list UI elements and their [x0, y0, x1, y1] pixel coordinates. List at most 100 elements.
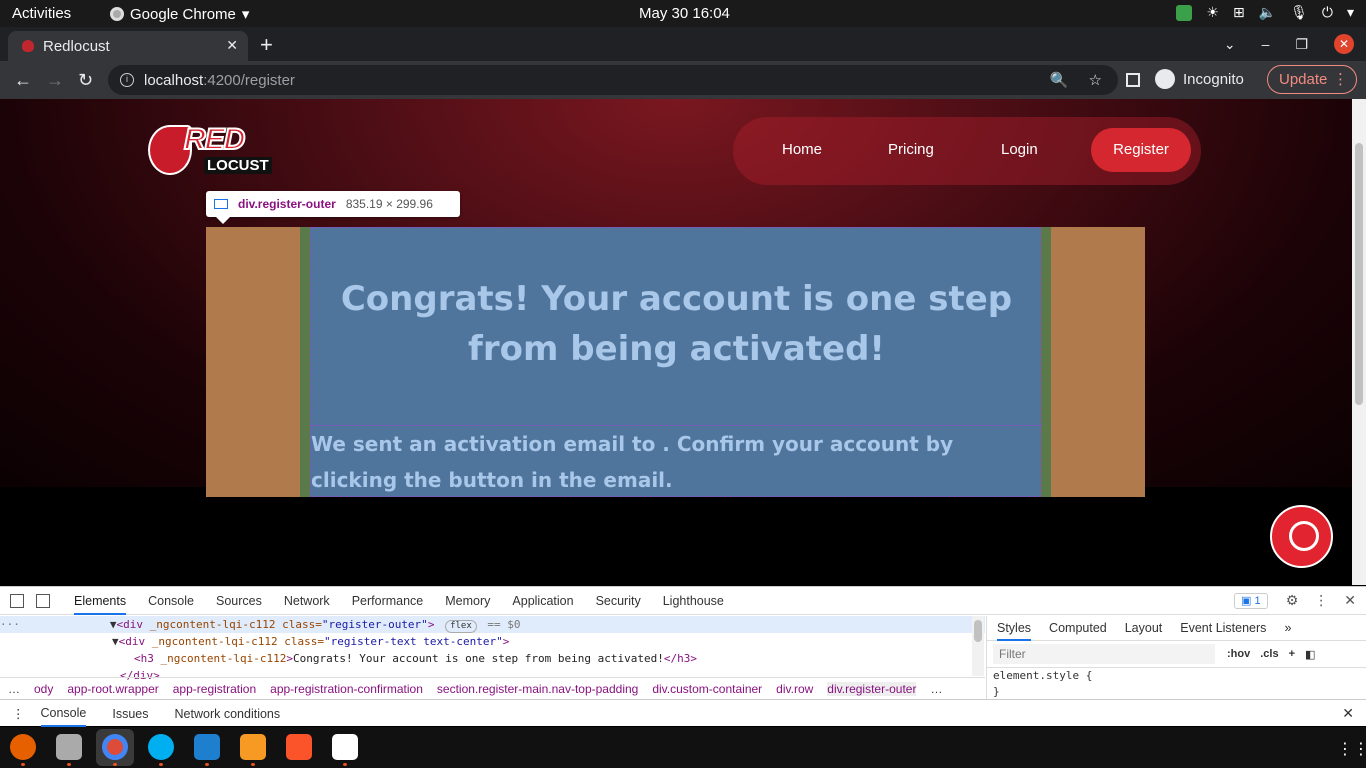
more-tabs-icon[interactable]: »: [1284, 621, 1291, 635]
tab-elements[interactable]: Elements: [74, 594, 127, 615]
dom-attr-value: "register-outer": [321, 618, 428, 631]
tab-security[interactable]: Security: [596, 594, 641, 608]
drawer-tab-network-conditions[interactable]: Network conditions: [175, 707, 281, 721]
kebab-menu-icon[interactable]: ⋮: [1314, 592, 1328, 609]
tab-lighthouse[interactable]: Lighthouse: [663, 594, 724, 608]
breadcrumb-item[interactable]: section.register-main.nav-top-padding: [437, 682, 638, 696]
cls-toggle[interactable]: .cls: [1260, 648, 1278, 661]
toggle-sidebar-icon[interactable]: ◧: [1305, 648, 1315, 661]
app-menu[interactable]: Google Chrome ▾: [110, 5, 249, 23]
device-toggle-icon[interactable]: [36, 593, 50, 608]
site-info-icon[interactable]: i: [120, 73, 134, 87]
dom-node[interactable]: <h3 _ngcontent-lqi-c112>Congrats! Your a…: [0, 650, 985, 667]
sublime-text-icon[interactable]: [240, 734, 266, 760]
element-style-rule[interactable]: element.style { }: [987, 667, 1366, 700]
minimize-button[interactable]: –: [1262, 36, 1270, 52]
tab-performance[interactable]: Performance: [352, 594, 424, 608]
logo-text-top: RED: [183, 122, 246, 157]
shield-icon[interactable]: [1176, 4, 1193, 21]
files-icon[interactable]: [56, 734, 82, 760]
reload-button[interactable]: ↻: [78, 70, 93, 91]
close-drawer-icon[interactable]: ✕: [1342, 705, 1354, 722]
breadcrumb-item[interactable]: div.register-outer: [827, 681, 917, 696]
tab-memory[interactable]: Memory: [445, 594, 490, 608]
dom-node-selected[interactable]: ··· ▼<div _ngcontent-lqi-c112 class="regi…: [0, 616, 985, 633]
tab-event-listeners[interactable]: Event Listeners: [1180, 621, 1266, 635]
new-style-rule-icon[interactable]: +: [1289, 648, 1295, 661]
nav-login[interactable]: Login: [1001, 141, 1038, 158]
devtools-drawer: ⋮ Console Issues Network conditions ✕: [0, 699, 1366, 727]
power-icon: ⏻: [1321, 4, 1333, 20]
chat-bubble-button[interactable]: [1270, 505, 1333, 568]
register-text: Congrats! Your account is one step from …: [310, 227, 1042, 497]
new-tab-button[interactable]: +: [260, 32, 273, 58]
address-bar[interactable]: i localhost:4200/register 🔍 ☆: [108, 65, 1118, 95]
tab-network[interactable]: Network: [284, 594, 330, 608]
vscode-icon[interactable]: [194, 734, 220, 760]
styles-filter-input[interactable]: Filter: [993, 644, 1215, 664]
tooltip-selector: div.register-outer: [238, 197, 336, 211]
nav-pricing[interactable]: Pricing: [888, 141, 934, 158]
close-window-button[interactable]: ✕: [1334, 34, 1354, 54]
tab-search-icon[interactable]: ⌄: [1224, 36, 1236, 53]
window-controls: ⌄ – ❐ ✕: [1224, 34, 1354, 54]
hov-toggle[interactable]: :hov: [1227, 648, 1250, 661]
activities-button[interactable]: Activities: [12, 5, 71, 22]
firefox-icon[interactable]: [10, 734, 36, 760]
close-tab-icon[interactable]: ✕: [226, 37, 238, 54]
zoom-icon[interactable]: 🔍: [1050, 71, 1069, 89]
tab-layout[interactable]: Layout: [1125, 621, 1163, 635]
side-panel-icon[interactable]: [1126, 73, 1140, 87]
skype-icon[interactable]: [148, 734, 174, 760]
forward-button[interactable]: →: [46, 70, 64, 91]
tab-styles[interactable]: Styles: [997, 621, 1032, 641]
breadcrumb-item[interactable]: app-root.wrapper: [67, 682, 158, 696]
dom-node[interactable]: ▼<div _ngcontent-lqi-c112 class="registe…: [0, 633, 985, 650]
drawer-tab-console[interactable]: Console: [40, 706, 87, 727]
breadcrumb-item[interactable]: app-registration: [173, 682, 256, 696]
nav-register-button[interactable]: Register: [1091, 128, 1191, 172]
scrollbar-thumb[interactable]: [1355, 143, 1363, 405]
inspect-element-icon[interactable]: [10, 593, 24, 608]
tab-console[interactable]: Console: [148, 594, 194, 608]
close-icon[interactable]: ✕: [1344, 592, 1356, 609]
gear-icon[interactable]: ⚙: [1286, 592, 1299, 609]
chrome-icon[interactable]: [102, 734, 128, 760]
app-grid-icon[interactable]: ⋮⋮⋮: [1337, 739, 1366, 759]
breadcrumb-item[interactable]: app-registration-confirmation: [270, 682, 423, 696]
drawer-menu-icon[interactable]: ⋮: [12, 706, 25, 721]
update-button[interactable]: Update ⋮: [1267, 65, 1357, 94]
maximize-button[interactable]: ❐: [1295, 36, 1308, 53]
dom-scrollbar[interactable]: [972, 616, 984, 676]
incognito-indicator[interactable]: Incognito: [1155, 69, 1244, 89]
browser-tab[interactable]: Redlocust ✕: [8, 31, 248, 61]
brave-icon[interactable]: [286, 734, 312, 760]
element-style-selector: element.style {: [993, 669, 1093, 682]
breadcrumb-item[interactable]: div.custom-container: [652, 682, 762, 696]
system-top-bar: Activities Google Chrome ▾ May 30 16:04 …: [0, 0, 1366, 27]
flex-badge[interactable]: flex: [445, 620, 477, 633]
page-scrollbar[interactable]: [1352, 99, 1366, 585]
url-host: localhost: [144, 71, 204, 89]
tab-application[interactable]: Application: [512, 594, 573, 608]
breadcrumb-item[interactable]: ody: [34, 682, 53, 696]
issues-badge[interactable]: ▣ 1: [1234, 593, 1268, 609]
dom-attr: class=: [284, 635, 324, 648]
dom-tag: </h3>: [663, 652, 697, 665]
system-tray[interactable]: ☀ ⊞ 🔈 🎙 ⏻ ▾: [1176, 4, 1354, 21]
kebab-menu-icon[interactable]: ⋮: [1333, 66, 1348, 93]
back-button[interactable]: ←: [14, 70, 32, 91]
redlocust-logo[interactable]: RED LOCUST: [148, 119, 280, 181]
drawer-tab-issues[interactable]: Issues: [112, 707, 148, 721]
tab-sources[interactable]: Sources: [216, 594, 262, 608]
clock[interactable]: May 30 16:04: [639, 5, 730, 22]
styles-pane: Styles Computed Layout Event Listeners »…: [986, 616, 1366, 699]
breadcrumb-item[interactable]: div.row: [776, 682, 813, 696]
register-outer-highlight: Congrats! Your account is one step from …: [206, 227, 1145, 497]
dom-tag: <h3: [134, 652, 154, 665]
dom-tree: ··· ▼<div _ngcontent-lqi-c112 class="regi…: [0, 616, 985, 682]
tab-computed[interactable]: Computed: [1049, 621, 1107, 635]
nav-home[interactable]: Home: [782, 141, 822, 158]
text-editor-icon[interactable]: [332, 734, 358, 760]
bookmark-star-icon[interactable]: ☆: [1089, 71, 1102, 89]
